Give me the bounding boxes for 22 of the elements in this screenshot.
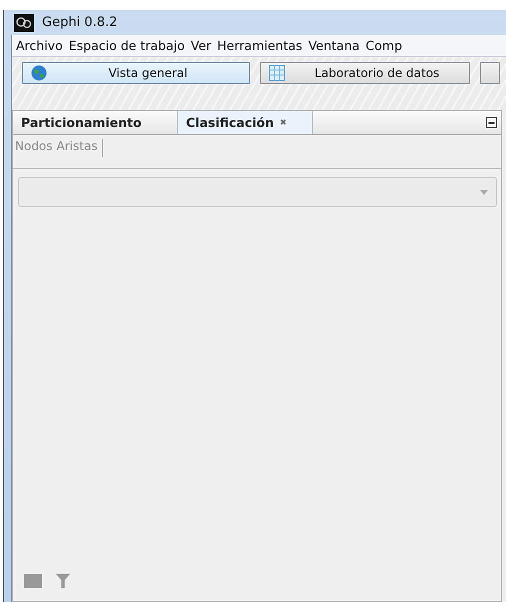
caret-icon [480,190,488,194]
menu-item[interactable]: Ver [190,38,212,53]
menu-item[interactable]: Herramientas [217,38,302,53]
close-icon[interactable]: ✖ [280,118,287,127]
minimize-icon[interactable] [486,117,497,128]
panel-icon[interactable] [24,573,42,589]
globe-icon [31,65,47,81]
workspace-button[interactable] [480,62,500,84]
filter-icon[interactable] [54,573,72,589]
app-icon [14,14,34,32]
workspace-button[interactable]: Laboratorio de datos [260,62,470,84]
dropdown[interactable] [18,177,497,207]
menu-item[interactable]: Archivo [16,38,63,53]
menu-item[interactable]: Comp [366,38,402,53]
menu-item[interactable]: Ventana [308,38,360,53]
workspace-button[interactable]: Vista general [22,62,250,84]
panel-tab[interactable]: Clasificación ✖ [178,111,313,134]
tab-label: Particionamiento [21,115,142,130]
menu-item[interactable]: Espacio de trabajo [68,38,185,53]
table-icon [269,65,285,81]
window-title: Gephi 0.8.2 [42,15,118,30]
tab-label: Clasificación [186,115,274,130]
